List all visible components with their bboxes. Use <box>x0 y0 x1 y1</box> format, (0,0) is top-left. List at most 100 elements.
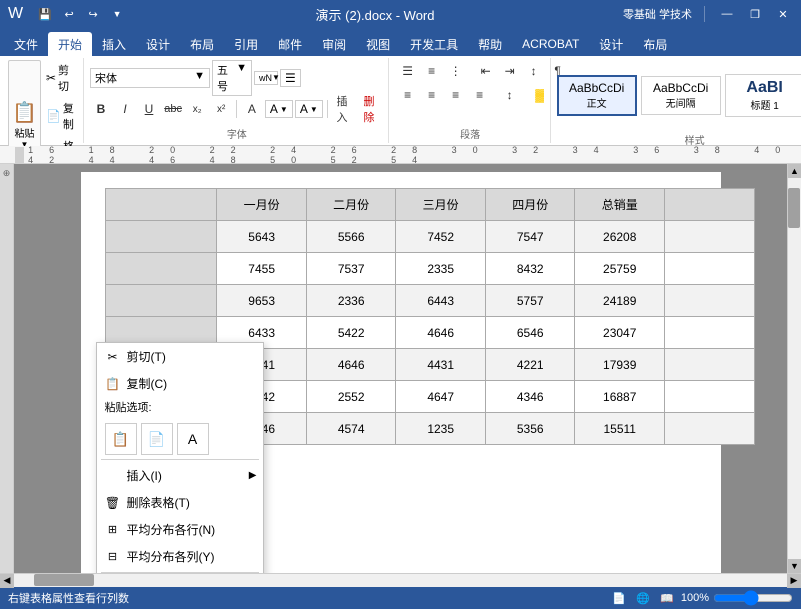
row-total-5: 17939 <box>575 349 665 381</box>
ribbon-body: 📋 粘贴 ▼ ✂剪切 📄复制 🖌格式刷 剪贴板 宋体 <box>0 56 801 146</box>
font-color-button[interactable]: A <box>241 98 263 120</box>
style-heading1[interactable]: AaBI标题 1 <box>725 74 801 117</box>
line-spacing-button[interactable]: ↕ <box>499 84 521 106</box>
row-mar-6: 4647 <box>396 381 486 413</box>
copy-button[interactable]: 📄复制 <box>43 98 79 134</box>
paste-icon-3[interactable]: A <box>177 423 209 455</box>
copy-icon: 📄 <box>46 109 61 123</box>
insert-button[interactable]: 插入 <box>331 98 356 120</box>
minimize-button[interactable]: — <box>717 4 737 24</box>
h-scroll-track <box>14 574 787 587</box>
status-bar: 右键表格属性查看行列数 📄 🌐 📖 100% <box>0 587 801 609</box>
tab-review[interactable]: 审阅 <box>312 32 356 56</box>
align-left-button[interactable]: ≡ <box>397 84 419 106</box>
numbering-button[interactable]: ≡ <box>421 60 443 82</box>
tab-acrobat[interactable]: ACROBAT <box>512 32 589 56</box>
style-normal[interactable]: AaBbCcDi正文 <box>557 75 637 116</box>
align-center-button[interactable]: ≡ <box>421 84 443 106</box>
title-bar: W 💾 ↩ ↪ ▼ 演示 (2).docx - Word 零基础 学技术 — ❐… <box>0 0 801 28</box>
multilevel-button[interactable]: ⋮ <box>445 60 467 82</box>
status-text: 右键表格属性查看行列数 <box>8 590 129 606</box>
justify-button[interactable]: ≡ <box>469 84 491 106</box>
cut-button[interactable]: ✂剪切 <box>43 60 79 96</box>
document-area: 16 18 20 22 24 26 28 30 32 34 36 38 40 4… <box>0 146 801 587</box>
row-jan-3: 9653 <box>217 285 307 317</box>
sort-button[interactable]: ↕ <box>523 60 545 82</box>
customize-icon[interactable]: ▼ <box>107 4 127 24</box>
col-header-apr: 四月份 <box>485 189 575 221</box>
menu-distribute-rows[interactable]: ⊞ 平均分布各行(N) <box>97 516 263 543</box>
increase-indent-button[interactable]: ⇥ <box>499 60 521 82</box>
wn-dropdown[interactable]: wN▼ <box>254 71 278 85</box>
font-color-dropdown[interactable]: A▼ <box>295 100 323 118</box>
table-row: 9653 2336 6443 5757 24189 <box>105 285 754 317</box>
underline-button[interactable]: U <box>138 98 160 120</box>
subscript-button[interactable]: x₂ <box>186 98 208 120</box>
list-button[interactable]: ☰ <box>280 69 301 87</box>
view-read-button[interactable]: 📖 <box>657 588 677 608</box>
decrease-indent-button[interactable]: ⇤ <box>475 60 497 82</box>
menu-copy[interactable]: 📋 复制(C) <box>97 370 263 397</box>
row-extra-6 <box>664 381 754 413</box>
highlight-color-button[interactable]: A▼ <box>265 100 293 118</box>
paste-options-label: 粘贴选项: <box>105 399 152 415</box>
tab-mailings[interactable]: 邮件 <box>268 32 312 56</box>
style-no-spacing[interactable]: AaBbCcDi无间隔 <box>641 76 721 115</box>
horizontal-scrollbar[interactable]: ◀ ▶ <box>0 573 801 587</box>
font-name-dropdown[interactable]: 宋体▼ <box>90 68 210 88</box>
tab-layout[interactable]: 布局 <box>180 32 224 56</box>
strikethrough-button[interactable]: abc <box>162 98 184 120</box>
menu-delete-table[interactable]: 🗑 删除表格(T) <box>97 489 263 516</box>
tab-table-design[interactable]: 设计 <box>589 32 633 56</box>
scroll-left-button[interactable]: ◀ <box>0 574 14 588</box>
tab-references[interactable]: 引用 <box>224 32 268 56</box>
tab-home[interactable]: 开始 <box>48 32 92 56</box>
scroll-up-button[interactable]: ▲ <box>788 164 801 178</box>
menu-distribute-cols[interactable]: ⊟ 平均分布各列(Y) <box>97 543 263 570</box>
superscript-button[interactable]: x² <box>210 98 232 120</box>
tab-table-layout[interactable]: 布局 <box>633 32 677 56</box>
tab-developer[interactable]: 开发工具 <box>400 32 468 56</box>
bold-button[interactable]: B <box>90 98 112 120</box>
close-button[interactable]: ✕ <box>773 4 793 24</box>
col-header-feb: 二月份 <box>306 189 396 221</box>
save-icon[interactable]: 💾 <box>35 4 55 24</box>
zoom-slider[interactable] <box>713 593 793 603</box>
tab-help[interactable]: 帮助 <box>468 32 512 56</box>
font-size-dropdown[interactable]: 五号▼ <box>212 60 252 96</box>
vertical-scrollbar[interactable]: ▲ ▼ <box>787 164 801 573</box>
tab-file[interactable]: 文件 <box>4 32 48 56</box>
italic-button[interactable]: I <box>114 98 136 120</box>
align-right-button[interactable]: ≡ <box>445 84 467 106</box>
col-header-extra <box>664 189 754 221</box>
delete-table-icon: 🗑 <box>105 495 121 511</box>
ribbon-tabs: 文件 开始 插入 设计 布局 引用 邮件 审阅 视图 开发工具 帮助 ACROB… <box>0 28 801 56</box>
restore-button[interactable]: ❐ <box>745 4 765 24</box>
context-menu: ✂ 剪切(T) 📋 复制(C) 粘贴选项: 📋 📄 A <box>96 342 264 573</box>
bullets-button[interactable]: ☰ <box>397 60 419 82</box>
undo-icon[interactable]: ↩ <box>59 4 79 24</box>
col-header-mar: 三月份 <box>396 189 486 221</box>
view-web-button[interactable]: 🌐 <box>633 588 653 608</box>
tab-design[interactable]: 设计 <box>136 32 180 56</box>
row-apr-2: 8432 <box>485 253 575 285</box>
shading-button[interactable]: ▓ <box>529 84 551 106</box>
delete-button[interactable]: 删除 <box>359 98 384 120</box>
scroll-right-button[interactable]: ▶ <box>787 574 801 588</box>
scroll-area: ⊕ 一月份 二月份 三月份 四月份 总销量 56 <box>0 164 801 573</box>
view-print-button[interactable]: 📄 <box>609 588 629 608</box>
scroll-down-button[interactable]: ▼ <box>788 559 801 573</box>
redo-icon[interactable]: ↪ <box>83 4 103 24</box>
word-logo-icon: W <box>8 5 23 23</box>
row-name-2 <box>105 253 217 285</box>
menu-cut[interactable]: ✂ 剪切(T) <box>97 343 263 370</box>
menu-insert[interactable]: 插入(I) ▶ <box>97 462 263 489</box>
paste-icon-2[interactable]: 📄 <box>141 423 173 455</box>
paste-icon-1[interactable]: 📋 <box>105 423 137 455</box>
scroll-thumb[interactable] <box>788 188 800 228</box>
h-scroll-thumb[interactable] <box>34 574 94 586</box>
tab-insert[interactable]: 插入 <box>92 32 136 56</box>
styles-label: 样式 <box>557 132 801 147</box>
tab-view[interactable]: 视图 <box>356 32 400 56</box>
row-feb-1: 5566 <box>306 221 396 253</box>
